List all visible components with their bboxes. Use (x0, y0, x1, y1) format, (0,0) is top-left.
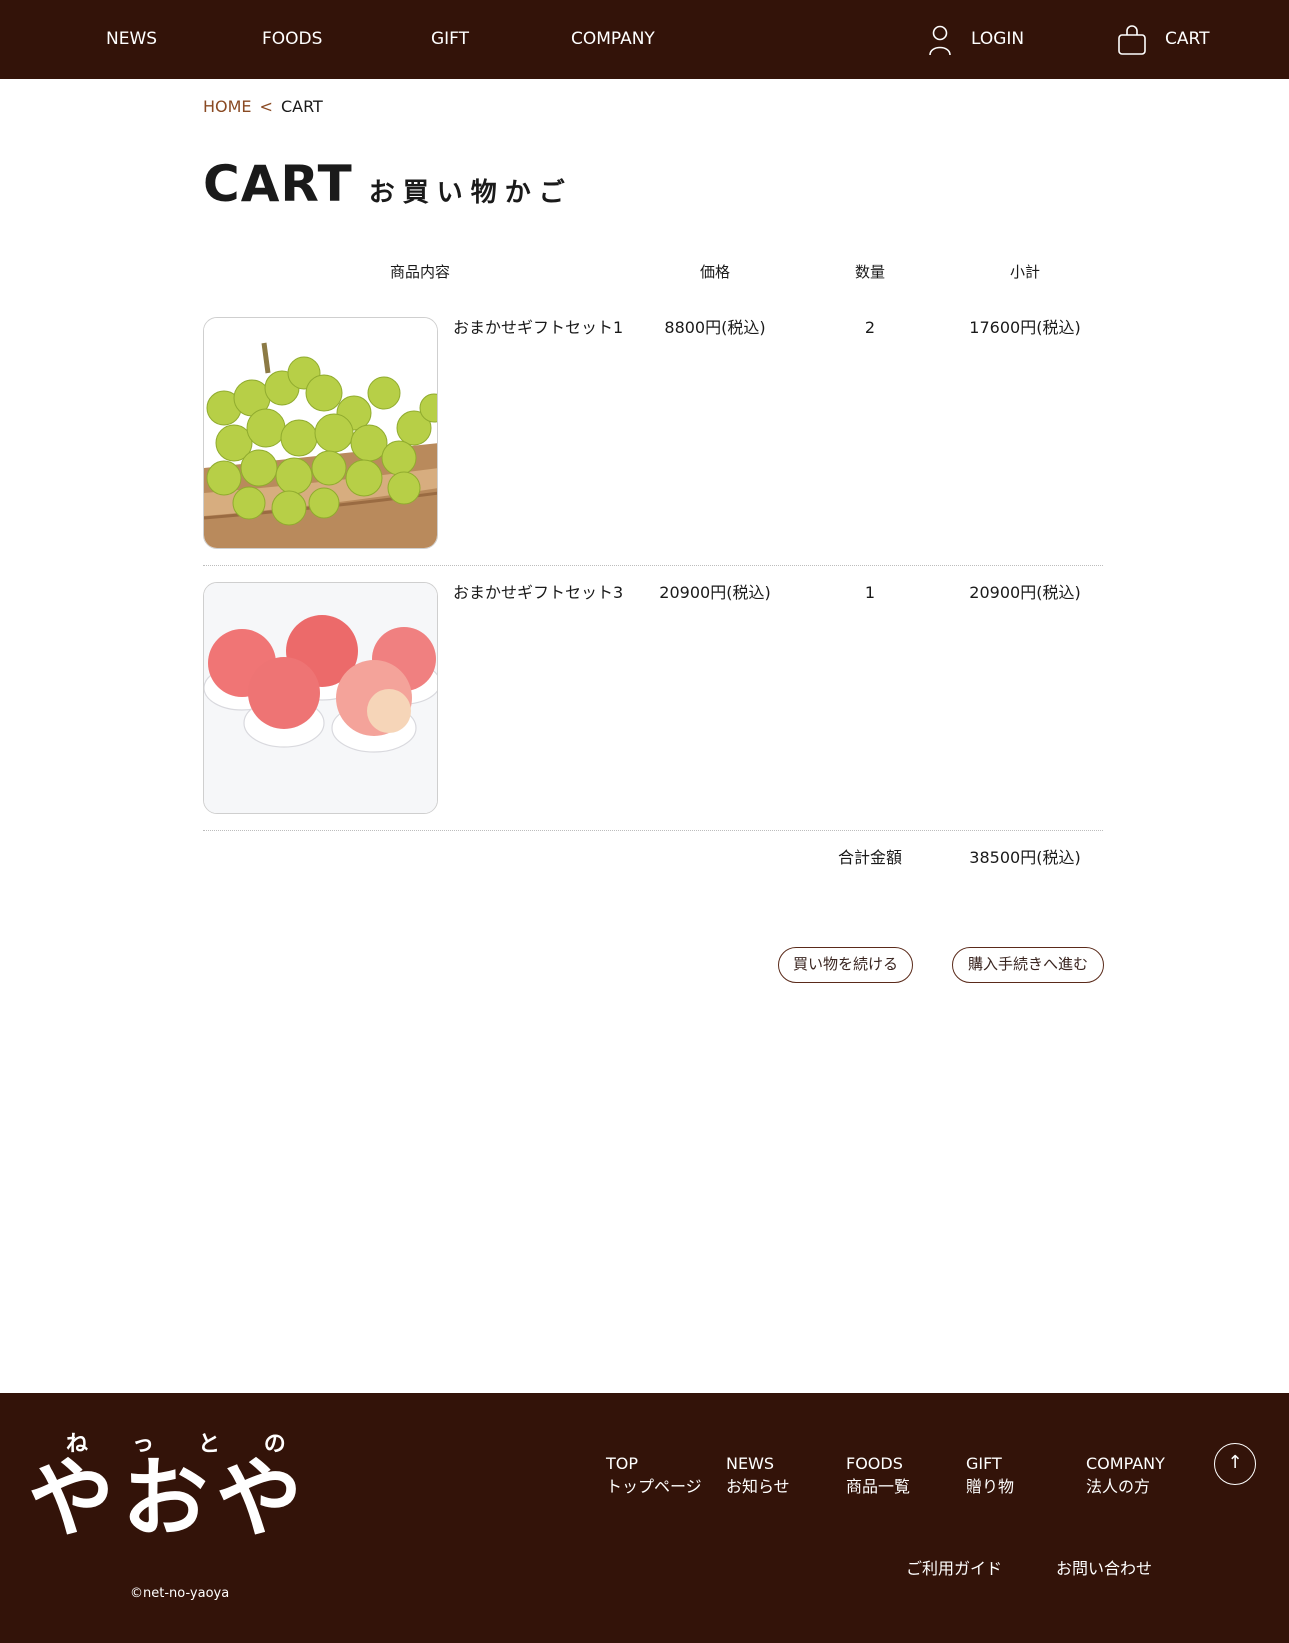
row1-price: 8800円(税込) (664, 318, 766, 337)
user-icon[interactable] (928, 24, 952, 60)
login-link[interactable]: LOGIN (971, 27, 1024, 51)
continue-shopping-button[interactable]: 買い物を続ける (778, 947, 913, 983)
total-label: 合計金額 (837, 848, 902, 867)
product-image-peaches[interactable] (203, 582, 438, 814)
row1-product-name[interactable]: おまかせギフトセット1 (453, 317, 623, 339)
footer-link-foods-jp: 商品一覧 (846, 1477, 911, 1496)
page-title-en: CART (203, 155, 353, 213)
breadcrumb-home[interactable]: HOME (203, 97, 252, 116)
footer-link-top-en: TOP (606, 1454, 639, 1473)
footer-link-company[interactable]: COMPANY 法人の方 (1086, 1452, 1165, 1498)
row2-qty: 1 (864, 583, 876, 602)
footer-link-top[interactable]: TOP トップページ (606, 1452, 702, 1498)
row2-product-name[interactable]: おまかせギフトセット3 (453, 582, 623, 604)
site-footer: ねっとの やおや ©net-no-yaoya TOP トップページ NEWS お… (0, 1393, 1289, 1643)
footer-copyright: ©net-no-yaoya (130, 1586, 230, 1601)
cart-link[interactable]: CART (1165, 27, 1209, 51)
footer-contact-link[interactable]: お問い合わせ (1056, 1557, 1152, 1580)
footer-link-top-jp: トップページ (606, 1477, 702, 1496)
breadcrumb: HOME < CART (203, 96, 323, 118)
nav-foods[interactable]: FOODS (262, 27, 322, 51)
footer-link-company-en: COMPANY (1086, 1454, 1165, 1473)
row-divider (203, 830, 1103, 831)
footer-link-gift-jp: 贈り物 (966, 1477, 1015, 1496)
col-header-price: 価格 (699, 263, 730, 281)
col-header-product: 商品内容 (389, 263, 450, 281)
col-header-subtotal: 小計 (1009, 263, 1040, 281)
nav-news[interactable]: NEWS (106, 27, 157, 51)
row1-subtotal: 17600円(税込) (969, 318, 1081, 337)
bag-icon[interactable] (1117, 24, 1147, 60)
footer-link-news-jp: お知らせ (726, 1477, 790, 1496)
footer-guide-link[interactable]: ご利用ガイド (906, 1557, 1002, 1580)
footer-link-company-jp: 法人の方 (1086, 1477, 1151, 1496)
total-value: 38500円(税込) (969, 848, 1081, 867)
footer-logo[interactable]: ねっとの やおや (28, 1431, 338, 1561)
footer-link-foods[interactable]: FOODS 商品一覧 (846, 1452, 910, 1498)
footer-link-news[interactable]: NEWS お知らせ (726, 1452, 790, 1498)
back-to-top-button[interactable]: ↑ (1214, 1443, 1256, 1485)
footer-link-gift-en: GIFT (966, 1454, 1002, 1473)
nav-company[interactable]: COMPANY (571, 27, 655, 51)
arrow-up-icon: ↑ (1227, 1452, 1243, 1473)
site-header: NEWS FOODS GIFT COMPANY LOGIN CART (0, 0, 1289, 79)
col-header-qty: 数量 (854, 263, 885, 281)
footer-link-news-en: NEWS (726, 1454, 775, 1473)
row2-subtotal: 20900円(税込) (969, 583, 1081, 602)
product-image-grapes[interactable] (203, 317, 438, 549)
breadcrumb-current: CART (280, 97, 323, 116)
page-title-jp: お買い物かご (368, 178, 573, 208)
page-title: CART お買い物かご (203, 152, 573, 216)
row1-qty: 2 (864, 318, 876, 337)
row2-price: 20900円(税込) (659, 583, 771, 602)
breadcrumb-separator: < (259, 97, 273, 116)
footer-link-gift[interactable]: GIFT 贈り物 (966, 1452, 1014, 1498)
checkout-button[interactable]: 購入手続きへ進む (952, 947, 1104, 983)
footer-logo-large: やおや (28, 1448, 310, 1549)
footer-link-foods-en: FOODS (846, 1454, 903, 1473)
row-divider (203, 565, 1103, 566)
nav-gift[interactable]: GIFT (431, 27, 469, 51)
